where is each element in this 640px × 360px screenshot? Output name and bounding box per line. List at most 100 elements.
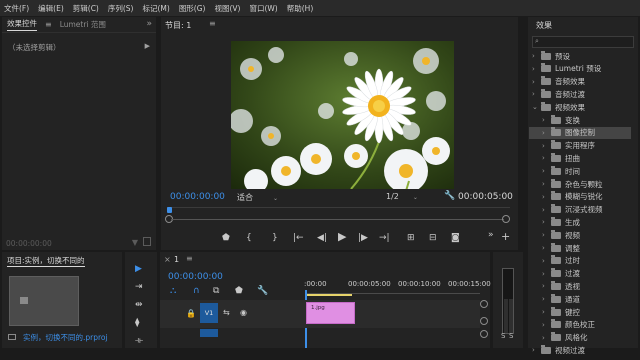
effects-item[interactable]: › 过渡 <box>529 268 631 280</box>
lock-icon[interactable]: 🔒 <box>186 309 196 319</box>
program-current-timecode[interactable]: 00:00:00:00 <box>170 192 225 202</box>
timeline-scroll-handle-bottom[interactable] <box>480 317 488 325</box>
export-frame-icon[interactable]: ◙ <box>451 233 460 243</box>
timeline-timecode[interactable]: 00:00:00:00 <box>168 272 223 282</box>
track-target-a1[interactable] <box>200 329 218 337</box>
effects-item[interactable]: › 音频过渡 <box>529 88 631 100</box>
timeline-scroll-handle-3[interactable] <box>480 330 488 338</box>
effects-item[interactable]: › 模糊与锐化 <box>529 191 631 203</box>
chevron-right-icon[interactable]: › <box>542 193 551 201</box>
expand-transport-icon[interactable]: » <box>488 230 494 240</box>
nest-icon[interactable]: ⛬ <box>170 286 176 296</box>
step-forward-icon[interactable]: |▶ <box>358 233 368 243</box>
menu-file[interactable]: 文件(F) <box>4 3 29 14</box>
chevron-right-icon[interactable]: › <box>542 295 551 303</box>
zoom-bar[interactable] <box>171 219 504 220</box>
project-file-name[interactable]: 实例，切换不同的.prproj <box>23 332 108 343</box>
chevron-right-icon[interactable]: › <box>532 52 541 60</box>
menu-marker[interactable]: 标记(M) <box>142 3 169 14</box>
timeline-tab[interactable]: 1 <box>174 255 179 264</box>
effects-item[interactable]: › 预设 <box>529 50 631 62</box>
effects-item[interactable]: › 视频 <box>529 229 631 241</box>
chevron-right-icon[interactable]: › <box>542 142 551 150</box>
chevron-down-icon[interactable]: ⌄ <box>532 103 541 111</box>
add-marker-timeline-icon[interactable]: ⬟ <box>235 286 243 296</box>
selection-tool-icon[interactable]: ▶ <box>135 264 142 274</box>
timeline-menu-icon[interactable]: ≡ <box>186 254 193 263</box>
menu-help[interactable]: 帮助(H) <box>287 3 314 14</box>
wrench-icon[interactable]: 🔧 <box>444 191 455 201</box>
effects-item[interactable]: › 变换 <box>529 114 631 126</box>
program-title[interactable]: 节目: 1 <box>165 20 191 31</box>
panel-overflow-icon[interactable]: » <box>146 19 152 29</box>
menu-graphics[interactable]: 图形(G) <box>179 3 206 14</box>
effects-item[interactable]: › 图像控制 <box>529 126 631 139</box>
effects-item[interactable]: › 视频过渡 <box>529 344 631 356</box>
zoom-handle-right[interactable] <box>502 215 510 223</box>
meter-solo-left[interactable]: S <box>501 332 505 340</box>
effects-item[interactable]: › 调整 <box>529 242 631 254</box>
effects-item[interactable]: ⌄ 视频效果 <box>529 101 631 113</box>
menu-edit[interactable]: 编辑(E) <box>38 3 64 14</box>
menu-view[interactable]: 视图(V) <box>214 3 240 14</box>
chevron-right-icon[interactable]: › <box>542 244 551 252</box>
razor-tool-icon[interactable]: ⧫ <box>135 318 139 328</box>
sync-lock-icon[interactable]: ⇆ <box>223 308 230 318</box>
effects-item[interactable]: › 透视 <box>529 280 631 292</box>
track-select-tool-icon[interactable]: ⇥ <box>135 282 143 292</box>
timeline-scroll-handle-top[interactable] <box>480 300 488 308</box>
go-to-in-icon[interactable]: |← <box>293 233 304 243</box>
effects-item[interactable]: › 过时 <box>529 255 631 267</box>
chevron-right-icon[interactable]: › <box>542 231 551 239</box>
chevron-right-icon[interactable]: › <box>542 282 551 290</box>
effects-item[interactable]: › Lumetri 预设 <box>529 63 631 75</box>
menu-sequence[interactable]: 序列(S) <box>108 3 134 14</box>
meter-solo-right[interactable]: S <box>509 332 513 340</box>
menu-window[interactable]: 窗口(W) <box>249 3 277 14</box>
effects-item[interactable]: › 风格化 <box>529 332 631 344</box>
effects-item[interactable]: › 生成 <box>529 216 631 228</box>
effects-item[interactable]: › 通道 <box>529 293 631 305</box>
linked-selection-icon[interactable]: ⧉ <box>213 286 219 296</box>
program-menu-icon[interactable]: ≡ <box>209 19 216 28</box>
effects-item[interactable]: › 时间 <box>529 165 631 177</box>
snap-icon[interactable]: ∩ <box>193 286 200 296</box>
effects-item[interactable]: › 实用程序 <box>529 140 631 152</box>
effects-item[interactable]: › 音频效果 <box>529 76 631 88</box>
list-view-icon[interactable] <box>8 334 16 340</box>
chevron-right-icon[interactable]: › <box>542 180 551 188</box>
export-icon[interactable] <box>143 237 151 246</box>
chevron-right-icon[interactable]: › <box>542 116 551 124</box>
project-thumbnail[interactable] <box>9 276 79 326</box>
effects-item[interactable]: › 扭曲 <box>529 152 631 164</box>
overwrite-icon[interactable]: ⊟ <box>429 233 437 243</box>
expand-arrow-icon[interactable]: ▶ <box>145 42 150 50</box>
eye-icon[interactable]: ◉ <box>240 308 247 318</box>
chevron-right-icon[interactable]: › <box>542 206 551 214</box>
tab-effect-controls[interactable]: 效果控件 <box>7 18 37 31</box>
track-target-v1[interactable]: V1 <box>200 303 218 323</box>
resolution-select[interactable]: 1/2 ⌄ <box>386 192 418 201</box>
insert-icon[interactable]: ⊞ <box>407 233 415 243</box>
button-editor-icon[interactable]: + <box>501 231 510 242</box>
step-back-icon[interactable]: ◀| <box>317 233 327 243</box>
chevron-right-icon[interactable]: › <box>542 167 551 175</box>
effects-item[interactable]: › 沉浸式视频 <box>529 204 631 216</box>
menu-clip[interactable]: 剪辑(C) <box>73 3 99 14</box>
program-scrubber[interactable] <box>167 207 510 217</box>
chevron-right-icon[interactable]: › <box>542 218 551 226</box>
effects-search-input[interactable]: ⌕ <box>532 36 634 48</box>
clip-1-jpg[interactable]: 1.jpg <box>306 302 355 324</box>
effects-item[interactable]: › 杂色与颗粒 <box>529 178 631 190</box>
effects-item[interactable]: › 键控 <box>529 306 631 318</box>
chevron-right-icon[interactable]: › <box>532 346 541 354</box>
chevron-right-icon[interactable]: › <box>542 270 551 278</box>
timeline-settings-icon[interactable]: 🔧 <box>257 286 268 296</box>
chevron-right-icon[interactable]: › <box>542 308 551 316</box>
chevron-right-icon[interactable]: › <box>542 129 551 137</box>
fit-select[interactable]: 适合 ⌄ <box>237 192 278 203</box>
go-to-out-icon[interactable]: →| <box>379 233 390 243</box>
add-marker-icon[interactable]: ⬟ <box>222 233 230 243</box>
ripple-edit-tool-icon[interactable]: ⇹ <box>135 300 143 310</box>
chevron-right-icon[interactable]: › <box>532 90 541 98</box>
